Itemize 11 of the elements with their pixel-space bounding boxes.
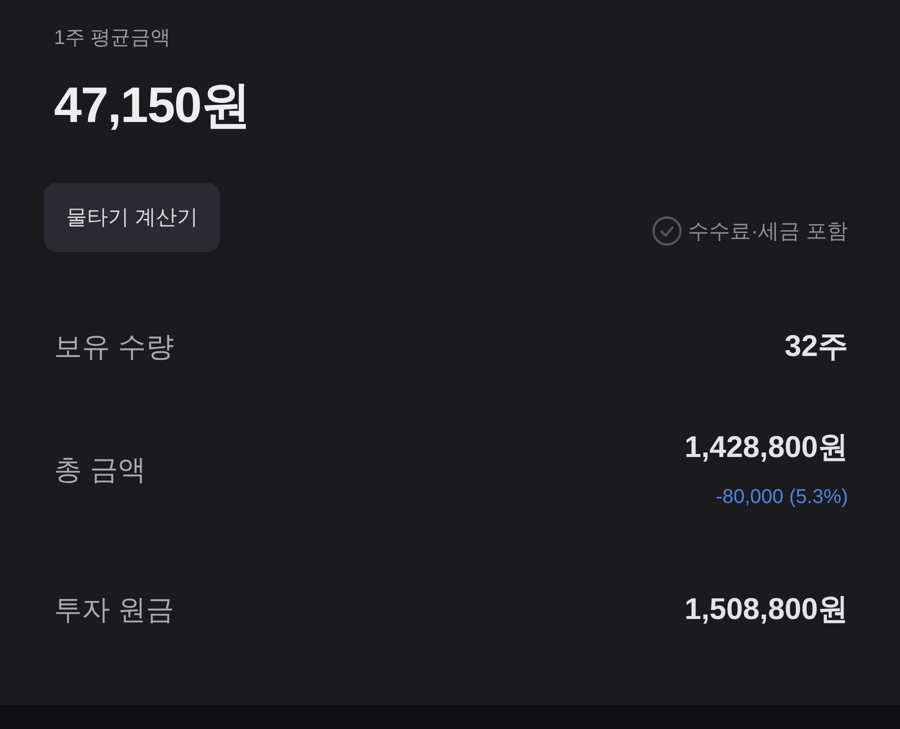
fee-tax-checkbox[interactable]: 수수료·세금 포함 xyxy=(652,216,848,247)
average-price-value: 47,150원 xyxy=(54,76,250,135)
change-amount: -80,000 (5.3%) xyxy=(716,485,848,510)
row-value: 32주 xyxy=(784,329,848,365)
average-price-label: 1주 평균금액 xyxy=(54,26,171,51)
row-label: 보유 수량 xyxy=(54,330,174,364)
row-value: 1,508,800원 xyxy=(684,592,848,628)
row-label: 총 금액 xyxy=(54,452,146,486)
row-label: 투자 원금 xyxy=(54,593,174,627)
row-value: 1,428,800원 xyxy=(684,430,848,466)
calculator-button[interactable]: 물타기 계산기 xyxy=(44,183,220,252)
